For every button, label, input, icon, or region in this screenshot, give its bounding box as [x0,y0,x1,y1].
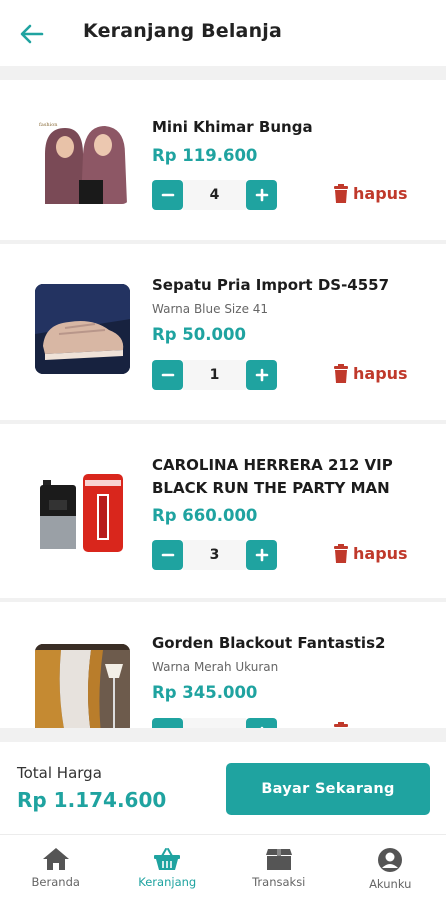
quantity-stepper: 1 [152,360,277,390]
nav-item-transaksi[interactable]: Transaksi [223,835,335,900]
quantity-stepper [152,718,277,728]
product-price: Rp 660.000 [152,506,258,525]
increase-qty-button[interactable] [246,718,277,728]
delete-label: hapus [353,364,408,383]
delete-button[interactable]: hapus [333,544,408,563]
nav-item-keranjang[interactable]: Keranjang [112,835,224,900]
checkout-summary: Total Harga Rp 1.174.600 Bayar Sekarang [0,742,446,834]
trash-icon [334,544,348,563]
quantity-value[interactable]: 3 [183,540,246,570]
box-icon [265,849,292,870]
decrease-qty-button[interactable] [152,718,183,728]
decrease-qty-button[interactable] [152,540,183,570]
minus-icon [161,193,174,197]
home-icon [42,848,69,870]
plus-icon [255,188,268,202]
product-price: Rp 119.600 [152,146,258,165]
plus-icon [255,368,268,382]
product-variant: Warna Merah Ukuran [152,660,279,674]
product-price: Rp 50.000 [152,325,246,344]
product-name[interactable]: Sepatu Pria Import DS-4557 [152,274,412,297]
increase-qty-button[interactable] [246,540,277,570]
increase-qty-button[interactable] [246,360,277,390]
decrease-qty-button[interactable] [152,360,183,390]
minus-icon [161,553,174,557]
basket-icon [154,848,181,870]
product-image[interactable] [35,644,130,728]
page-title: Keranjang Belanja [83,20,283,42]
product-variant: Warna Blue Size 41 [152,302,269,316]
cart-list[interactable]: fashion Mini Khimar Bunga Rp 119.600 4 h… [0,80,446,728]
product-name[interactable]: CAROLINA HERRERA 212 VIP BLACK RUN THE P… [152,454,412,500]
minus-icon [161,373,174,377]
product-image[interactable]: fashion [35,114,130,204]
cart-item: Sepatu Pria Import DS-4557 Warna Blue Si… [0,244,446,424]
quantity-value[interactable] [183,718,246,728]
quantity-value[interactable]: 1 [183,360,246,390]
quantity-stepper: 3 [152,540,277,570]
cart-item: fashion Mini Khimar Bunga Rp 119.600 4 h… [0,80,446,244]
product-image[interactable] [35,466,130,556]
product-image[interactable] [35,284,130,374]
delete-button[interactable]: hapus [333,364,408,383]
app-header: Keranjang Belanja [0,0,446,66]
product-price: Rp 345.000 [152,683,258,702]
svg-text:fashion: fashion [39,122,58,128]
product-name[interactable]: Mini Khimar Bunga [152,116,412,139]
increase-qty-button[interactable] [246,180,277,210]
bottom-nav: Beranda Keranjang Transaksi Akunku [0,834,446,900]
cart-item: Gorden Blackout Fantastis2 Warna Merah U… [0,602,446,728]
nav-item-akunku[interactable]: Akunku [335,835,446,900]
divider [0,66,446,80]
nav-label: Transaksi [252,875,306,889]
nav-label: Akunku [369,877,412,891]
quantity-value[interactable]: 4 [183,180,246,210]
decrease-qty-button[interactable] [152,180,183,210]
arrow-left-icon [20,24,44,44]
product-name[interactable]: Gorden Blackout Fantastis2 [152,632,412,655]
total-label: Total Harga [17,764,102,782]
quantity-stepper: 4 [152,180,277,210]
nav-label: Beranda [31,875,80,889]
account-icon [378,848,403,872]
trash-icon [334,364,348,383]
back-button[interactable] [18,20,46,48]
plus-icon [255,548,268,562]
trash-icon [334,184,348,203]
delete-label: hapus [353,544,408,563]
nav-label: Keranjang [138,875,197,889]
divider [0,728,446,742]
delete-label: hapus [353,184,408,203]
total-value: Rp 1.174.600 [17,788,167,812]
cart-item: CAROLINA HERRERA 212 VIP BLACK RUN THE P… [0,424,446,602]
delete-button[interactable]: hapus [333,184,408,203]
pay-now-button[interactable]: Bayar Sekarang [226,763,430,815]
nav-item-beranda[interactable]: Beranda [0,835,112,900]
